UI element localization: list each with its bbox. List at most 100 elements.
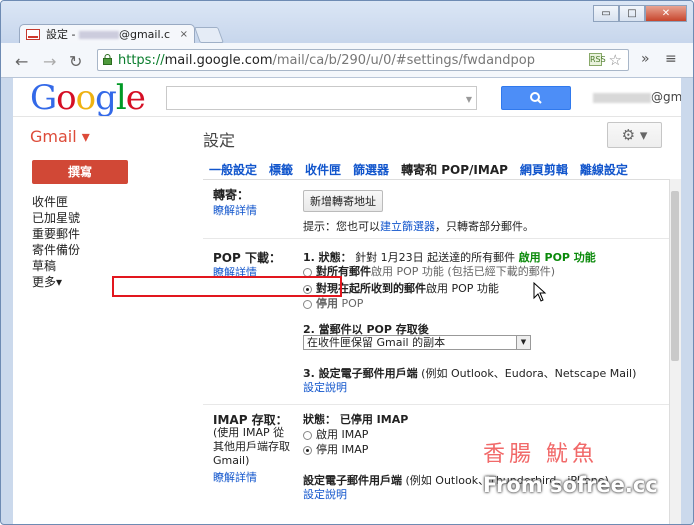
imap-config-instructions-link[interactable]: 設定說明 [303,486,347,502]
account-menu[interactable]: @gmail.com ▾ [593,90,681,104]
scrollbar-thumb[interactable] [671,191,679,361]
logo-letter: l [115,78,127,118]
radio-imap-disable[interactable] [303,445,312,455]
gmail-menu[interactable]: Gmail ▾ [30,127,90,146]
imap-status: 狀態： 已停用 IMAP [303,411,408,427]
forwarding-tip: 提示：您也可以建立篩選器，只轉寄部分郵件。 [303,218,534,234]
compose-button[interactable]: 撰寫 [32,160,128,184]
forwarding-title: 轉寄： [213,188,250,202]
search-input[interactable]: ▼ [166,86,477,110]
tab-close-icon[interactable]: × [180,25,188,45]
imap-status-value: 已停用 IMAP [339,413,409,426]
pop-action-select[interactable]: 在收件匣保留 Gmail 的副本 ▼ [303,335,531,350]
mouse-cursor-icon [533,282,547,302]
gmail-page: Google ▼ @gmail.com ▾ Gmail ▾ 設定 ⚙ ▾ 撰寫 … [13,78,681,524]
tab-title-redacted [78,31,119,39]
window-controls: ▭ □ ✕ [593,5,687,22]
sidebar-item-inbox[interactable]: 收件匣 [32,194,80,210]
minimize-button[interactable]: ▭ [593,5,619,22]
pop-option-from-now-text: 啟用 POP 功能 [426,282,499,295]
forward-arrow-icon[interactable]: → [43,52,56,71]
maximize-button[interactable]: □ [619,5,645,22]
forwarding-section: 轉寄： 瞭解詳情 新增轉寄地址 提示：您也可以建立篩選器，只轉寄部分郵件。 [203,180,679,239]
tip-prefix: 提示：您也可以 [303,220,380,233]
imap-option-enable[interactable]: 啟用 IMAP [303,426,368,442]
search-button[interactable] [501,86,571,110]
url-path: /mail/ca/b/290/u/0/#settings/fwdandpop [272,53,535,68]
pop-step3-text: (例如 Outlook、Eudora、Netscape Mail) [417,367,637,380]
imap-option-disable-text: 停用 IMAP [316,443,369,456]
search-options-chevron-icon[interactable]: ▼ [466,95,472,104]
settings-scrollbar[interactable] [669,179,681,524]
page-title: 設定 [203,131,236,150]
sidebar-item-important[interactable]: 重要郵件 [32,226,80,242]
tab-web-clips[interactable]: 網頁剪輯 [520,161,568,178]
tab-general[interactable]: 一般設定 [209,161,257,178]
logo-letter: g [95,78,117,118]
address-bar[interactable]: https://mail.google.com/mail/ca/b/290/u/… [97,49,629,71]
radio-imap-enable[interactable] [303,430,312,440]
logo-letter: o [56,78,77,118]
select-chevron-down-icon: ▼ [516,336,530,349]
imap-status-label: 狀態： [303,413,336,426]
search-icon [530,92,542,104]
imap-section: IMAP 存取： (使用 IMAP 從其他用戶端存取 Gmail) 瞭解詳情 狀… [203,405,679,524]
settings-gear-button[interactable]: ⚙ ▾ [607,122,662,148]
watermark-logo: 香腸 魷魚 [483,442,598,467]
tab-title: 設定 - [46,28,79,41]
pop-option-all-text: 啟用 POP 功能 (包括已經下載的郵件) [371,265,555,278]
sidebar-item-sent[interactable]: 寄件備份 [32,242,80,258]
url-scheme: https:// [118,53,165,68]
tab-inbox[interactable]: 收件匣 [305,161,341,178]
forwarding-learn-more-link[interactable]: 瞭解詳情 [213,202,257,218]
tab-strip: 設定 - @gmail.c × ▭ □ ✕ [1,1,693,44]
settings-tabs: 一般設定 標籤 收件匣 篩選器 轉寄和 POP/IMAP 網頁剪輯 離線設定 [209,161,640,178]
gmail-favicon-icon [26,29,40,40]
back-arrow-icon[interactable]: ← [15,52,28,71]
overflow-chevron-icon[interactable]: » [641,51,650,67]
logo-letter: o [75,78,97,118]
highlight-box [112,276,342,297]
pop-option-disable-bold: 停用 [316,297,338,310]
logo-letter: e [125,78,146,118]
pop-step3: 3. 設定電子郵件用戶端 (例如 Outlook、Eudora、Netscape… [303,365,636,381]
account-email: @gmail.com ▾ [651,90,681,104]
pop-option-disable[interactable]: 停用 POP [303,295,363,311]
radio-pop-disable[interactable] [303,299,312,309]
tab-forwarding-pop-imap[interactable]: 轉寄和 POP/IMAP [401,161,508,178]
pop-option-disable-text: POP [338,297,364,310]
rss-extension-icon[interactable]: RSS [589,53,606,66]
bookmark-star-icon[interactable]: ☆ [609,51,622,69]
lock-icon [103,54,112,65]
close-window-button[interactable]: ✕ [645,5,687,22]
url-text: https://mail.google.com/mail/ca/b/290/u/… [118,53,535,68]
google-logo[interactable]: Google [30,78,146,118]
pop-section: POP 下載： 瞭解詳情 1. 狀態： 針對 1月23日 起送達的所有郵件 啟用… [203,239,679,405]
wrench-menu-icon[interactable]: ≡ [665,51,677,67]
create-filter-link[interactable]: 建立篩選器 [380,220,435,233]
logo-letter: G [30,78,57,118]
url-domain: mail.google.com [164,53,273,68]
sidebar-item-starred[interactable]: 已加星號 [32,210,80,226]
new-tab-button[interactable] [194,27,224,43]
sidebar: 收件匣 已加星號 重要郵件 寄件備份 草稿 更多▾ [32,194,80,290]
header-divider [13,116,681,117]
tip-suffix: ，只轉寄部分郵件。 [435,220,534,233]
tab-offline[interactable]: 離線設定 [580,161,628,178]
watermark-text: From sofree.cc [483,473,658,497]
add-forwarding-address-button[interactable]: 新增轉寄地址 [303,190,383,212]
reload-icon[interactable]: ↻ [69,52,82,71]
browser-tab[interactable]: 設定 - @gmail.c × [19,24,195,44]
pop-action-select-value: 在收件匣保留 Gmail 的副本 [307,336,446,349]
imap-learn-more-link[interactable]: 瞭解詳情 [213,469,257,485]
sidebar-item-drafts[interactable]: 草稿 [32,258,80,274]
pop-config-instructions-link[interactable]: 設定說明 [303,379,347,395]
tab-filters[interactable]: 篩選器 [353,161,389,178]
browser-toolbar: ← → ↻ https://mail.google.com/mail/ca/b/… [1,43,693,78]
imap-description: (使用 IMAP 從其他用戶端存取 Gmail) [213,426,290,467]
sidebar-item-more[interactable]: 更多▾ [32,274,80,290]
imap-option-disable[interactable]: 停用 IMAP [303,441,368,457]
browser-window: 設定 - @gmail.c × ▭ □ ✕ ← → ↻ https://mail… [0,0,694,525]
tab-labels[interactable]: 標籤 [269,161,293,178]
tab-title-suffix: @gmail.c [118,28,171,41]
